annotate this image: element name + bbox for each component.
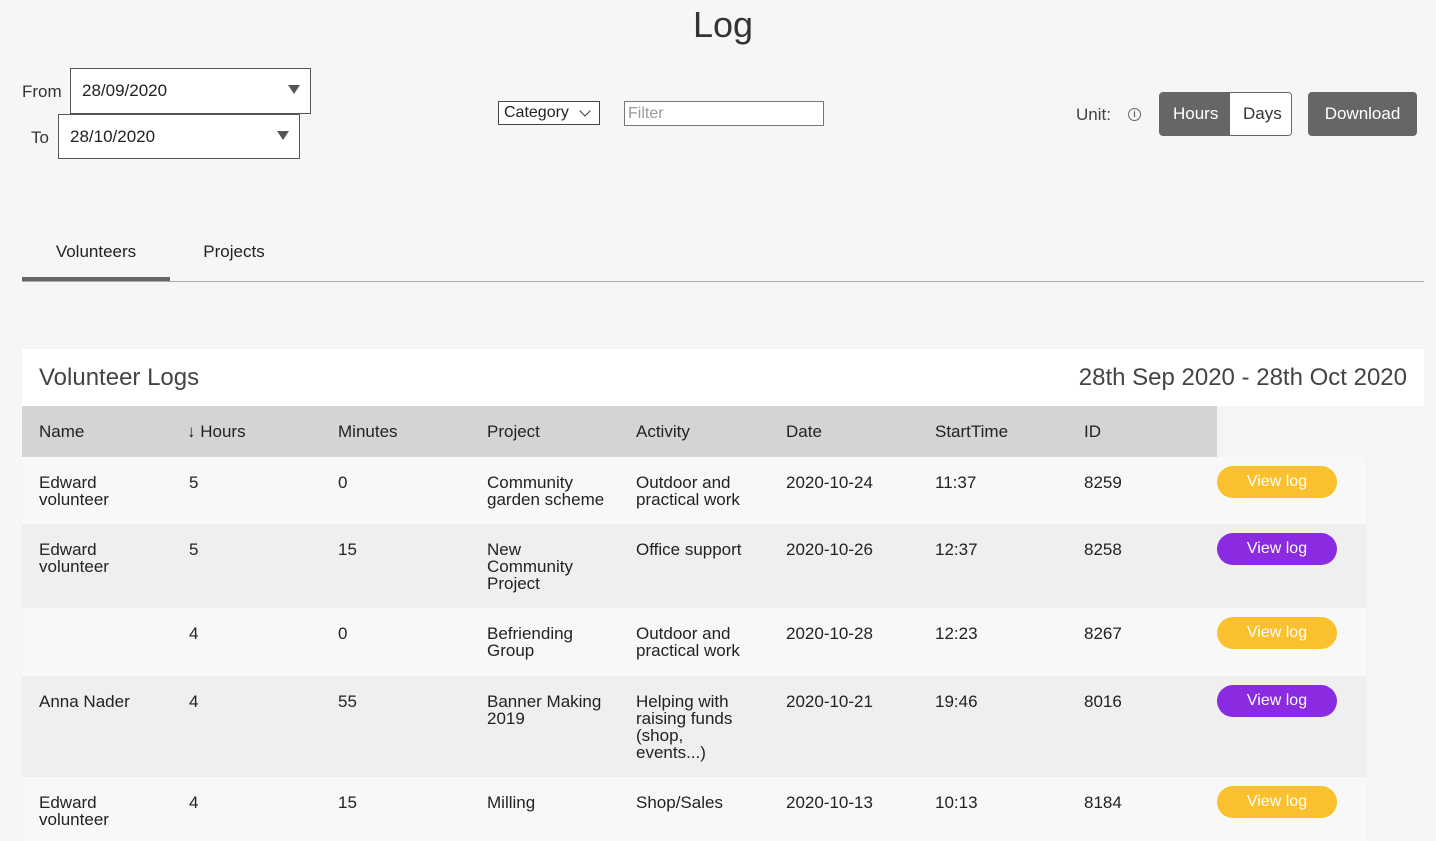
cell-starttime: 12:37 [935, 540, 978, 559]
cell-activity: Outdoor and practical work [636, 473, 740, 509]
from-date-picker[interactable]: 28/09/2020 [70, 68, 311, 114]
cell-starttime: 19:46 [935, 692, 978, 711]
dropdown-arrow-icon [277, 131, 289, 140]
cell-project: Banner Making 2019 [487, 692, 602, 728]
cell-id: 8259 [1084, 473, 1122, 492]
cell-id: 8016 [1084, 692, 1122, 711]
cell-date: 2020-10-24 [786, 473, 873, 492]
cell-starttime: 12:23 [935, 624, 978, 643]
panel-title: Volunteer Logs [39, 364, 200, 391]
unit-hours-button[interactable]: Hours [1160, 93, 1230, 135]
volunteer-logs-panel: Volunteer Logs 28th Sep 2020 - 28th Oct … [22, 349, 1424, 841]
view-log-button[interactable]: View log [1217, 533, 1337, 565]
dropdown-arrow-icon [288, 85, 300, 94]
from-label: From [22, 82, 62, 101]
view-log-button[interactable]: View log [1217, 466, 1337, 498]
view-log-button[interactable]: View log [1217, 685, 1337, 717]
table-row: 4 0 Befriending Group Outdoor and practi… [22, 608, 1366, 676]
cell-date: 2020-10-21 [786, 692, 873, 711]
logs-table: Name ↓ Hours Minutes Project Activity Da… [22, 406, 1424, 841]
column-header-minutes[interactable]: Minutes [338, 406, 398, 457]
cell-activity: Helping with raising funds (shop, events… [636, 692, 733, 762]
info-icon[interactable]: i [1128, 108, 1141, 121]
unit-label: Unit: [1076, 105, 1111, 124]
download-button[interactable]: Download [1308, 92, 1417, 136]
column-header-hours[interactable]: ↓ Hours [187, 406, 246, 457]
page-title: Log [692, 4, 754, 45]
cell-starttime: 10:13 [935, 793, 978, 812]
cell-id: 8184 [1084, 793, 1122, 812]
cell-minutes: 0 [338, 473, 348, 492]
column-header-starttime[interactable]: StartTime [935, 406, 1008, 457]
chevron-down-icon [579, 105, 591, 117]
column-header-name[interactable]: Name [39, 406, 84, 457]
column-header-date[interactable]: Date [786, 406, 822, 457]
cell-activity: Office support [636, 540, 742, 559]
cell-project: New Community Project [487, 540, 573, 593]
table-row: Edward volunteer 4 15 Milling Shop/Sales… [22, 777, 1366, 841]
tab-volunteers[interactable]: Volunteers [22, 230, 170, 281]
cell-starttime: 11:37 [935, 473, 977, 492]
cell-activity: Shop/Sales [636, 793, 723, 812]
category-select[interactable]: Category [498, 101, 600, 125]
filter-input[interactable] [624, 101, 824, 126]
tab-bar: Volunteers Projects [22, 230, 1424, 282]
to-date-value: 28/10/2020 [70, 127, 156, 146]
column-header-id[interactable]: ID [1084, 406, 1101, 457]
cell-hours: 5 [189, 473, 199, 492]
cell-date: 2020-10-13 [786, 793, 873, 812]
cell-date: 2020-10-26 [786, 540, 873, 559]
date-range: 28th Sep 2020 - 28th Oct 2020 [1078, 364, 1407, 391]
cell-minutes: 15 [338, 540, 357, 559]
cell-project: Milling [487, 793, 536, 812]
cell-hours: 4 [189, 793, 199, 812]
cell-project: Befriending Group [487, 624, 574, 660]
column-header-project[interactable]: Project [487, 406, 540, 457]
tab-projects[interactable]: Projects [170, 230, 298, 281]
cell-id: 8258 [1084, 540, 1122, 559]
cell-name: Anna Nader [39, 692, 130, 711]
cell-hours: 4 [189, 692, 199, 711]
cell-id: 8267 [1084, 624, 1122, 643]
category-label: Category [504, 104, 569, 121]
cell-name: Edward volunteer [39, 473, 109, 509]
cell-hours: 4 [189, 624, 199, 643]
table-row: Anna Nader 4 55 Banner Making 2019 Helpi… [22, 676, 1366, 777]
column-header-activity[interactable]: Activity [636, 406, 690, 457]
cell-name: Edward volunteer [39, 793, 109, 829]
cell-activity: Outdoor and practical work [636, 624, 740, 660]
cell-hours: 5 [189, 540, 199, 559]
cell-minutes: 15 [338, 793, 357, 812]
cell-name: Edward volunteer [39, 540, 109, 576]
unit-days-button[interactable]: Days [1230, 93, 1291, 135]
table-row: Edward volunteer 5 0 Community garden sc… [22, 457, 1366, 524]
table-row: Edward volunteer 5 15 New Community Proj… [22, 524, 1366, 608]
cell-minutes: 55 [338, 692, 357, 711]
view-log-button[interactable]: View log [1217, 786, 1337, 818]
to-label: To [31, 128, 49, 147]
cell-date: 2020-10-28 [786, 624, 873, 643]
view-log-button[interactable]: View log [1217, 617, 1337, 649]
to-date-picker[interactable]: 28/10/2020 [58, 114, 300, 159]
table-header: Name ↓ Hours Minutes Project Activity Da… [22, 406, 1217, 457]
cell-project: Community garden scheme [487, 473, 605, 509]
from-date-value: 28/09/2020 [82, 81, 168, 100]
cell-minutes: 0 [338, 624, 348, 643]
unit-toggle[interactable]: Hours Days [1159, 92, 1292, 136]
